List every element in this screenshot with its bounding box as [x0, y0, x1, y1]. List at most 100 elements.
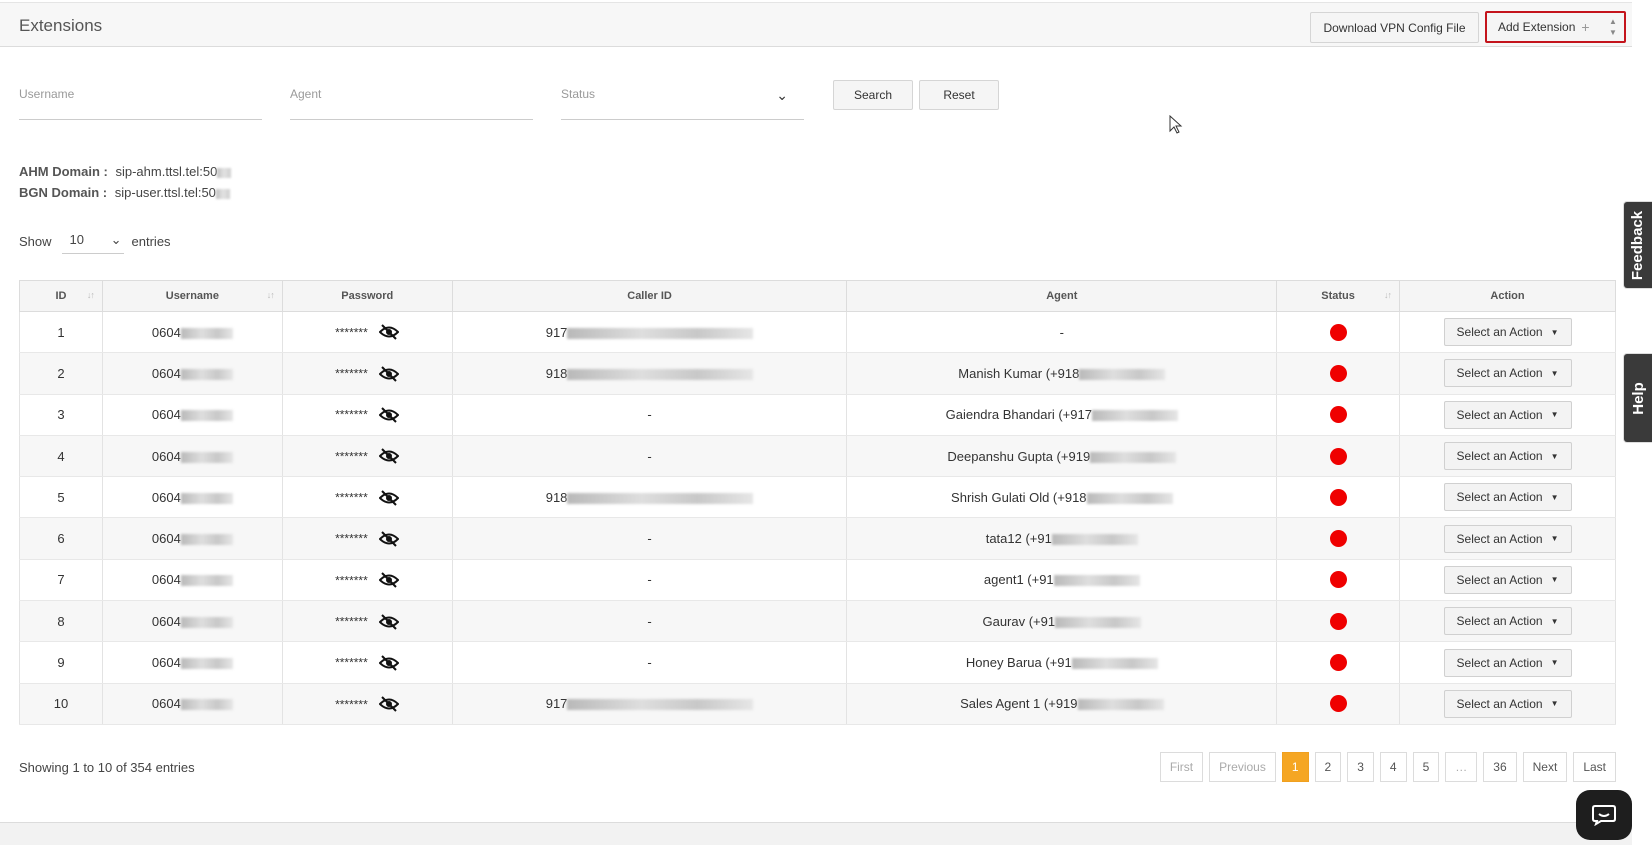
cell-id: 2	[19, 352, 103, 395]
eye-slash-icon[interactable]	[378, 655, 400, 671]
redacted-mark	[180, 575, 233, 587]
password-mask: *******	[335, 614, 368, 629]
plus-icon: +	[1581, 19, 1590, 35]
page-button-1[interactable]: 1	[1281, 752, 1309, 782]
select-action-dropdown[interactable]: Select an Action ▼	[1443, 400, 1572, 429]
redacted-mark	[180, 699, 233, 711]
page-button-5[interactable]: 5	[1412, 752, 1440, 782]
eye-slash-icon[interactable]	[378, 531, 400, 547]
sort-icon: ↓↑	[1384, 290, 1392, 300]
cell-password: *******	[281, 641, 453, 684]
page-button-previous[interactable]: Previous	[1209, 752, 1276, 782]
select-action-dropdown[interactable]: Select an Action ▼	[1443, 359, 1572, 388]
select-action-dropdown[interactable]: Select an Action ▼	[1443, 318, 1572, 347]
search-button[interactable]: Search	[833, 80, 913, 110]
page-button-36[interactable]: 36	[1483, 752, 1517, 782]
select-action-dropdown[interactable]: Select an Action ▼	[1443, 565, 1572, 594]
caret-down-icon: ▼	[1550, 575, 1559, 585]
column-header-username[interactable]: Username ↓↑	[101, 280, 283, 312]
length-menu: Show 10 ⌄ entries	[19, 228, 171, 254]
eye-slash-icon[interactable]	[378, 324, 400, 341]
eye-slash-icon[interactable]	[378, 489, 400, 506]
cell-caller-id: 917	[451, 683, 848, 725]
cell-id: 3	[19, 394, 103, 436]
redacted-mark	[567, 369, 754, 380]
entries-per-page-select[interactable]: 10 ⌄	[61, 228, 124, 254]
eye-slash-icon[interactable]	[378, 572, 400, 588]
select-action-dropdown[interactable]: Select an Action ▼	[1443, 689, 1572, 718]
eye-slash-icon[interactable]	[378, 366, 400, 382]
sort-icon: ↓↑	[266, 290, 275, 300]
username-input[interactable]	[19, 75, 262, 101]
eye-slash-icon[interactable]	[378, 696, 400, 712]
entries-per-page-value: 10	[69, 232, 84, 247]
cell-password: *******	[281, 559, 453, 602]
page-button-last[interactable]: Last	[1573, 752, 1616, 782]
select-action-dropdown[interactable]: Select an Action ▼	[1443, 442, 1572, 471]
spinner-arrows-icon: ▲ ▼	[1609, 17, 1617, 37]
eye-slash-icon[interactable]	[378, 407, 400, 423]
page-button-2[interactable]: 2	[1314, 752, 1342, 782]
column-header-status[interactable]: Status ↓↑	[1276, 280, 1401, 312]
agent-filter[interactable]	[290, 75, 533, 120]
cell-agent: -	[846, 311, 1278, 354]
status-select-placeholder: Status	[561, 87, 596, 101]
table-row: 5 0604 ******* 918 Shrish Gulati Old (+9…	[19, 476, 1616, 519]
help-tab[interactable]: Help	[1623, 353, 1652, 443]
status-dot	[1329, 571, 1347, 589]
page-button-4[interactable]: 4	[1379, 752, 1407, 782]
select-action-dropdown[interactable]: Select an Action ▼	[1443, 524, 1572, 553]
reset-button[interactable]: Reset	[919, 80, 999, 110]
password-mask: *******	[335, 573, 368, 588]
cell-id: 5	[19, 476, 103, 519]
page-button-first[interactable]: First	[1159, 752, 1204, 782]
eye-slash-icon[interactable]	[378, 448, 400, 465]
add-extension-button[interactable]: Add Extension + ▲ ▼	[1485, 11, 1626, 43]
cell-caller-id: -	[451, 394, 848, 436]
table-header-row: ID ↓↑ Username ↓↑ Password Caller ID Agent…	[19, 280, 1616, 312]
column-header-id[interactable]: ID ↓↑	[19, 280, 103, 312]
cell-caller-id: -	[451, 641, 848, 684]
eye-slash-icon[interactable]	[378, 613, 400, 630]
column-header-password: Password	[281, 280, 453, 312]
column-header-agent: Agent	[846, 280, 1278, 312]
mouse-cursor-icon	[1169, 115, 1183, 134]
cell-username: 0604	[101, 641, 283, 684]
chat-widget-button[interactable]	[1576, 790, 1632, 840]
cell-caller-id: 917	[451, 311, 848, 354]
cell-status	[1276, 311, 1401, 354]
cell-caller-id: -	[451, 435, 848, 478]
help-tab-label: Help	[1629, 381, 1647, 415]
status-dot	[1329, 323, 1347, 341]
bgn-domain: BGN Domain : sip-user.ttsl.tel:50	[19, 185, 230, 200]
bgn-domain-value: sip-user.ttsl.tel:50	[114, 185, 216, 200]
status-dot	[1329, 447, 1347, 465]
cell-action: Select an Action ▼	[1399, 352, 1616, 395]
cell-action: Select an Action ▼	[1399, 559, 1616, 602]
cell-username: 0604	[101, 517, 283, 560]
table-row: 7 0604 ******* - agent1 (+91 Select an A…	[19, 559, 1616, 602]
page-button-3[interactable]: 3	[1347, 752, 1374, 782]
cell-password: *******	[281, 435, 453, 478]
select-action-dropdown[interactable]: Select an Action ▼	[1443, 607, 1572, 636]
status-select[interactable]: Status ⌄	[561, 75, 804, 120]
select-action-dropdown[interactable]: Select an Action ▼	[1443, 648, 1572, 677]
feedback-tab[interactable]: Feedback	[1623, 201, 1652, 289]
cell-agent: Shrish Gulati Old (+918	[846, 476, 1278, 519]
page-button-next[interactable]: Next	[1522, 752, 1568, 782]
redacted-mark	[567, 699, 754, 711]
caret-down-icon: ▼	[1550, 699, 1559, 709]
cell-status	[1276, 352, 1401, 395]
redacted-mark	[180, 658, 233, 670]
cell-agent: Honey Barua (+91	[846, 641, 1278, 684]
cell-caller-id: 918	[451, 352, 848, 395]
cell-username: 0604	[101, 600, 283, 643]
bottom-scrollbar[interactable]	[0, 822, 1632, 845]
download-vpn-config-button[interactable]: Download VPN Config File	[1310, 12, 1479, 43]
agent-input[interactable]	[290, 75, 533, 101]
select-action-dropdown[interactable]: Select an Action ▼	[1443, 483, 1572, 512]
cell-password: *******	[281, 311, 453, 354]
username-filter[interactable]	[19, 75, 262, 120]
table-info: Showing 1 to 10 of 354 entries	[19, 760, 195, 775]
cell-status	[1276, 559, 1401, 602]
